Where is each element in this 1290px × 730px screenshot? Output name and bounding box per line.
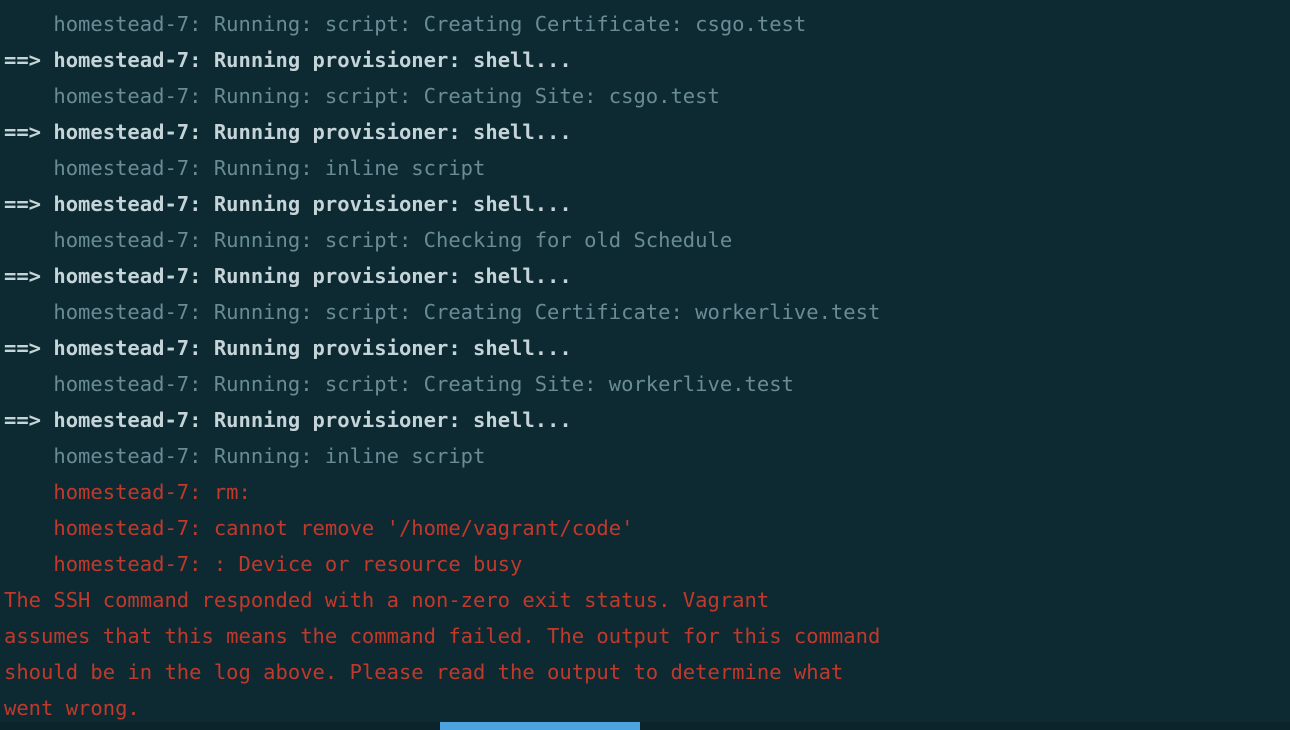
terminal-output[interactable]: homestead-7: Running: script: Creating C… [0, 0, 1290, 726]
terminal-line: homestead-7: Running: script: Creating S… [4, 366, 1286, 402]
terminal-line-text: homestead-7: Running: inline script [4, 444, 485, 468]
terminal-line-text: homestead-7: Running provisioner: shell.… [53, 48, 571, 72]
arrow-icon: ==> [4, 120, 53, 144]
terminal-line-text: homestead-7: Running provisioner: shell.… [53, 264, 571, 288]
terminal-line-text: went wrong. [4, 696, 140, 720]
terminal-line-text: homestead-7: Running: script: Creating C… [4, 12, 806, 36]
arrow-icon: ==> [4, 264, 53, 288]
terminal-line-text: homestead-7: : Device or resource busy [4, 552, 522, 576]
terminal-line: homestead-7: Running: script: Creating S… [4, 78, 1286, 114]
terminal-line-text: homestead-7: Running: script: Checking f… [4, 228, 732, 252]
taskbar [0, 722, 1290, 730]
terminal-line: homestead-7: Running: script: Creating C… [4, 6, 1286, 42]
terminal-line-text: homestead-7: Running: script: Creating S… [4, 84, 720, 108]
terminal-line: ==> homestead-7: Running provisioner: sh… [4, 402, 1286, 438]
terminal-line-text: homestead-7: Running provisioner: shell.… [53, 336, 571, 360]
terminal-line-text: homestead-7: cannot remove '/home/vagran… [4, 516, 633, 540]
terminal-line: The SSH command responded with a non-zer… [4, 582, 1286, 618]
terminal-line-text: assumes that this means the command fail… [4, 624, 880, 648]
terminal-line: ==> homestead-7: Running provisioner: sh… [4, 186, 1286, 222]
terminal-line-text: homestead-7: Running provisioner: shell.… [53, 192, 571, 216]
terminal-line: ==> homestead-7: Running provisioner: sh… [4, 258, 1286, 294]
terminal-line: homestead-7: Running: script: Checking f… [4, 222, 1286, 258]
terminal-line: homestead-7: Running: script: Creating C… [4, 294, 1286, 330]
terminal-line: homestead-7: Running: inline script [4, 150, 1286, 186]
terminal-line: went wrong. [4, 690, 1286, 726]
terminal-line: ==> homestead-7: Running provisioner: sh… [4, 330, 1286, 366]
terminal-line-text: homestead-7: Running provisioner: shell.… [53, 408, 571, 432]
terminal-line: homestead-7: rm: [4, 474, 1286, 510]
terminal-line-text: homestead-7: Running: script: Creating C… [4, 300, 880, 324]
terminal-line-text: should be in the log above. Please read … [4, 660, 843, 684]
terminal-line: ==> homestead-7: Running provisioner: sh… [4, 42, 1286, 78]
terminal-line: assumes that this means the command fail… [4, 618, 1286, 654]
terminal-line-text: homestead-7: rm: [4, 480, 263, 504]
arrow-icon: ==> [4, 336, 53, 360]
terminal-line: should be in the log above. Please read … [4, 654, 1286, 690]
terminal-line: ==> homestead-7: Running provisioner: sh… [4, 114, 1286, 150]
terminal-line: homestead-7: Running: inline script [4, 438, 1286, 474]
terminal-line-text: homestead-7: Running provisioner: shell.… [53, 120, 571, 144]
terminal-line-text: homestead-7: Running: script: Creating S… [4, 372, 794, 396]
terminal-line: homestead-7: : Device or resource busy [4, 546, 1286, 582]
arrow-icon: ==> [4, 192, 53, 216]
arrow-icon: ==> [4, 408, 53, 432]
taskbar-active-window[interactable] [440, 722, 640, 730]
terminal-line: homestead-7: cannot remove '/home/vagran… [4, 510, 1286, 546]
terminal-line-text: homestead-7: Running: inline script [4, 156, 485, 180]
arrow-icon: ==> [4, 48, 53, 72]
terminal-line-text: The SSH command responded with a non-zer… [4, 588, 769, 612]
